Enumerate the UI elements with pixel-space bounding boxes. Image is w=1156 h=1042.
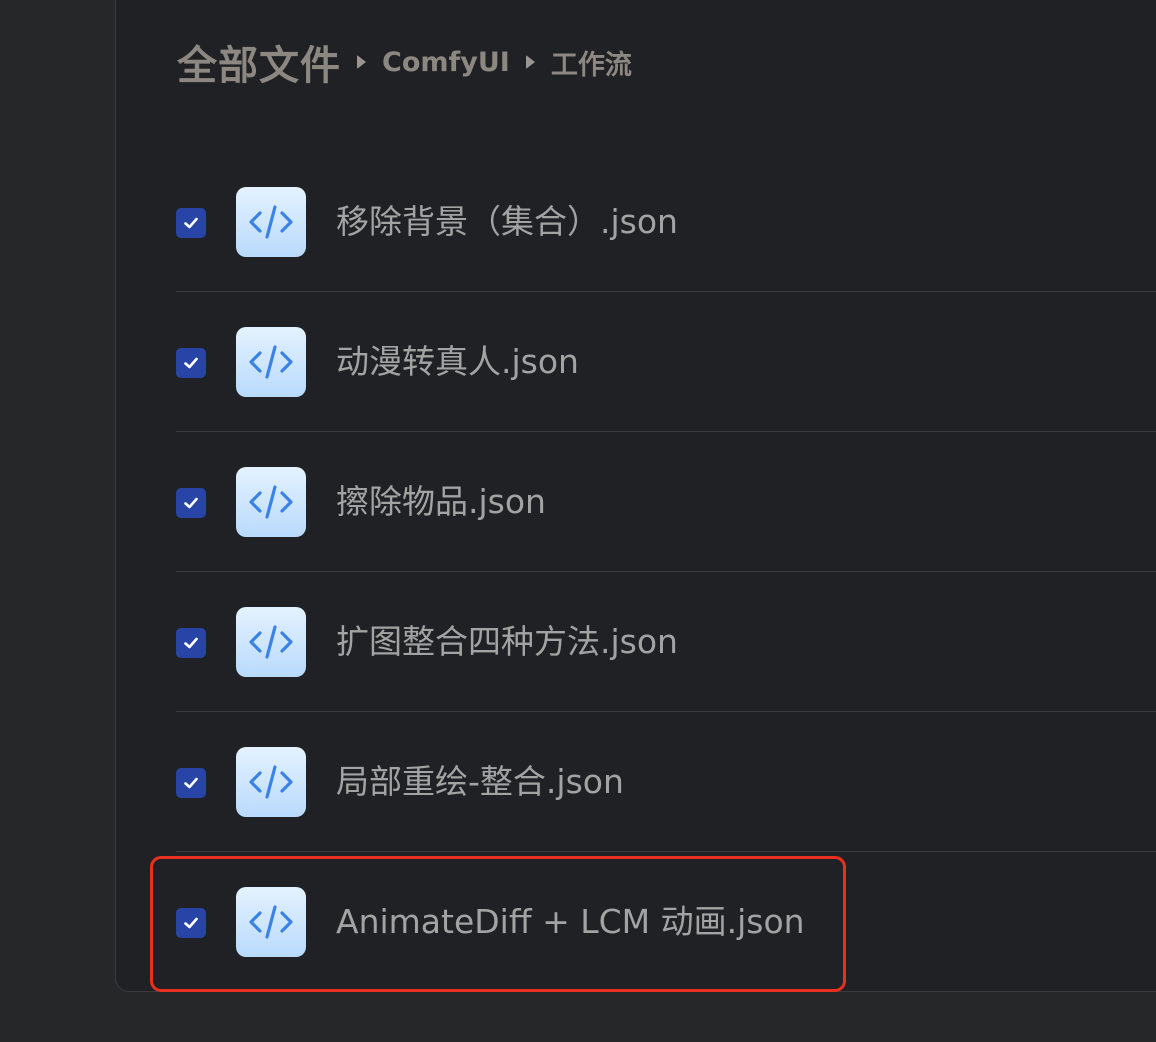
checkbox[interactable] — [176, 208, 206, 238]
breadcrumb-root[interactable]: 全部文件 — [177, 33, 341, 91]
breadcrumb-folder[interactable]: ComfyUI — [382, 47, 510, 78]
code-file-icon — [236, 747, 306, 817]
file-row[interactable]: 移除背景（集合）.json — [176, 152, 1156, 292]
file-row[interactable]: 局部重绘-整合.json — [176, 712, 1156, 852]
page: 全部文件 ComfyUI 工作流 移除背景（集合）.json 动漫转真人.jso… — [0, 0, 1156, 1042]
checkmark-icon — [184, 497, 198, 509]
highlight-box — [150, 856, 846, 992]
file-name[interactable]: 局部重绘-整合.json — [336, 760, 624, 804]
file-row[interactable]: 动漫转真人.json — [176, 292, 1156, 432]
checkbox[interactable] — [176, 348, 206, 378]
checkbox[interactable] — [176, 768, 206, 798]
breadcrumb: 全部文件 ComfyUI 工作流 — [177, 34, 632, 90]
checkbox[interactable] — [176, 488, 206, 518]
breadcrumb-separator-icon — [357, 55, 366, 69]
file-row[interactable]: 扩图整合四种方法.json — [176, 572, 1156, 712]
code-file-icon — [236, 607, 306, 677]
file-name[interactable]: 动漫转真人.json — [336, 340, 579, 384]
breadcrumb-current: 工作流 — [550, 49, 632, 81]
code-file-icon — [236, 327, 306, 397]
code-file-icon — [236, 187, 306, 257]
file-name[interactable]: 擦除物品.json — [336, 480, 546, 524]
checkmark-icon — [184, 217, 198, 229]
checkbox[interactable] — [176, 628, 206, 658]
checkmark-icon — [184, 777, 198, 789]
code-file-icon — [236, 467, 306, 537]
file-name[interactable]: 移除背景（集合）.json — [336, 200, 678, 244]
breadcrumb-separator-icon — [525, 55, 535, 69]
file-row[interactable]: 擦除物品.json — [176, 432, 1156, 572]
file-name[interactable]: 扩图整合四种方法.json — [336, 620, 678, 664]
checkmark-icon — [184, 357, 198, 369]
checkmark-icon — [184, 637, 198, 649]
